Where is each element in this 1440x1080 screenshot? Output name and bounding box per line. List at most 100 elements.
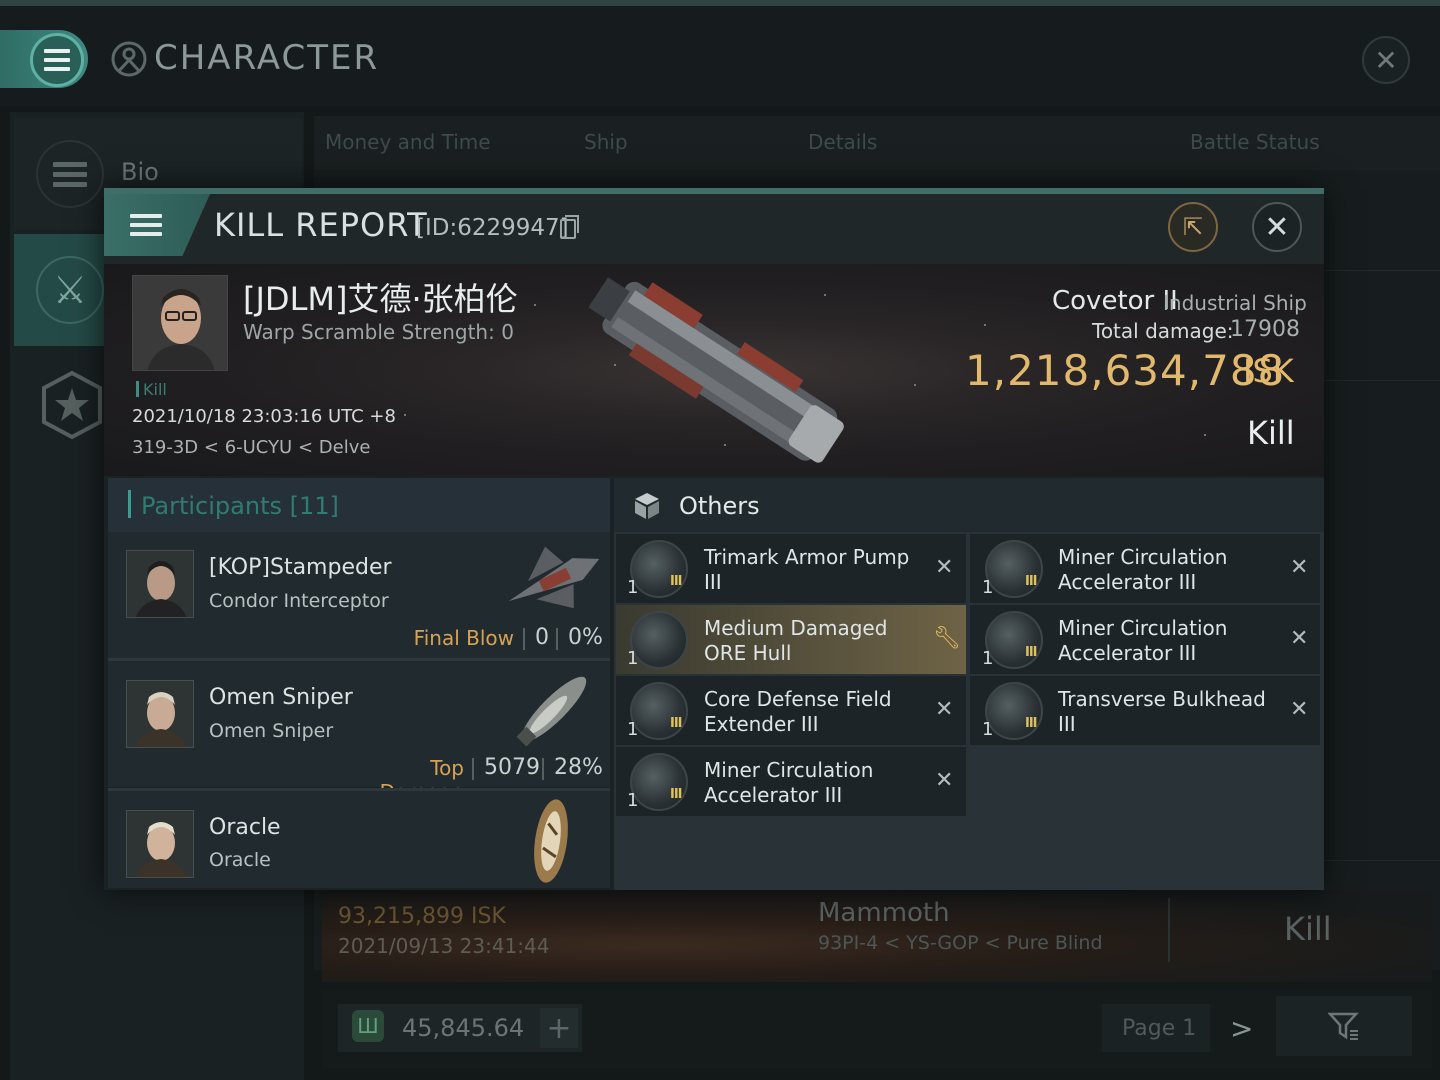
bio-icon [36, 140, 104, 208]
stat-divider [523, 628, 525, 650]
close-icon: ✕ [1374, 43, 1398, 77]
window-title: CHARACTER [154, 38, 380, 78]
kill-tag: Kill [136, 380, 167, 399]
mining-rig-icon [630, 753, 688, 811]
item-tier: III [1025, 645, 1037, 660]
victim-name[interactable]: [JDLM]艾德·张柏伦 [243, 274, 518, 320]
hamburger-icon [130, 214, 162, 236]
victim-portrait[interactable] [132, 275, 228, 371]
item-name: Transverse Bulkhead III [1058, 687, 1266, 736]
item-name: Trimark Armor Pump III [704, 545, 910, 594]
participant-name[interactable]: [KOP]Stampeder [209, 555, 392, 580]
participant-ship-image [516, 676, 587, 747]
item-tier: III [670, 716, 682, 731]
stat-divider [556, 628, 558, 650]
destroyed-x-icon: ✕ [1290, 626, 1309, 651]
isk-icon: Ш [352, 1010, 384, 1042]
destroyed-x-icon: ✕ [935, 768, 954, 793]
item-quantity: 1 [982, 648, 994, 669]
item-tier: III [670, 574, 682, 589]
victim-ship-image [588, 277, 844, 463]
shield-rig-icon [630, 682, 688, 740]
total-damage-label: Total damage: [1092, 319, 1234, 343]
external-link-icon: ⇱ [1182, 213, 1204, 241]
chevron-right-icon: > [1230, 1012, 1254, 1045]
modal-close-button[interactable]: ✕ [1252, 202, 1302, 252]
kill-isk-value: 1,218,634,788 [965, 346, 1286, 395]
row-isk-value: 93,215,899 ISK [338, 904, 506, 929]
participant-name[interactable]: Omen Sniper [209, 685, 353, 710]
kill-type: Kill [1247, 414, 1295, 452]
destroyed-x-icon: ✕ [1290, 555, 1309, 580]
warp-scramble-strength: Warp Scramble Strength: 0 [243, 320, 514, 344]
participant-damage: 0 [535, 625, 549, 650]
next-page-button[interactable]: > [1230, 1012, 1253, 1045]
cargo-box-icon [635, 493, 659, 519]
item-tier: III [1025, 574, 1037, 589]
item-name: Medium Damaged ORE Hull [704, 616, 888, 665]
modal-title: KILL REPORT [214, 206, 428, 244]
destroyed-x-icon: ✕ [935, 555, 954, 580]
hamburger-icon [44, 49, 70, 71]
armor-rig-icon [985, 682, 1043, 740]
wallet-amount: 45,845.64 [402, 1014, 525, 1042]
page-label: Page 1 [1122, 1016, 1197, 1041]
participant-percent: 28% [554, 755, 603, 780]
copy-icon[interactable] [560, 215, 579, 239]
participant-ship-image [508, 546, 600, 609]
kill-id: [ID:6229947] [416, 215, 569, 241]
armor-rig-icon [630, 540, 688, 598]
filter-button[interactable] [1276, 996, 1412, 1056]
victim-ship-name[interactable]: Covetor II [1052, 286, 1178, 316]
row-kill-type: Kill [1284, 910, 1332, 948]
row-date: 2021/09/13 23:41:44 [338, 934, 550, 958]
tab-ship[interactable]: Ship [584, 130, 628, 154]
participants-title: Participants [11] [141, 492, 339, 520]
participant-portrait[interactable] [126, 680, 194, 748]
tab-details[interactable]: Details [808, 130, 877, 154]
plus-icon: + [546, 1010, 572, 1046]
character-icon [111, 41, 147, 77]
mining-rig-icon [985, 540, 1043, 598]
wrench-icon: 🔧︎ [933, 626, 961, 651]
item-tier: III [670, 787, 682, 802]
item-quantity: 1 [982, 719, 994, 740]
row-location: 93PI-4 < YS-GOP < Pure Blind [818, 932, 1103, 954]
item-quantity: 1 [627, 577, 639, 598]
filter-icon [1328, 1012, 1359, 1040]
crossed-swords-icon: ⚔ [36, 256, 104, 324]
stat-divider [472, 758, 474, 780]
sidebar-item-label: Bio [121, 158, 159, 186]
item-quantity: 1 [982, 577, 994, 598]
mining-rig-icon [985, 611, 1043, 669]
star-badge-icon[interactable] [40, 370, 104, 440]
participant-portrait[interactable] [126, 810, 194, 878]
stat-divider [542, 758, 544, 780]
item-name: Miner Circulation Accelerator III [1058, 616, 1228, 665]
participant-ship: Oracle [209, 849, 271, 871]
isk-unit: ISK [1243, 352, 1294, 390]
participant-portrait[interactable] [126, 550, 194, 618]
kill-location[interactable]: 319-3D < 6-UCYU < Delve [132, 437, 370, 458]
item-quantity: 1 [627, 790, 639, 811]
item-name: Miner Circulation Accelerator III [1058, 545, 1228, 594]
item-quantity: 1 [627, 648, 639, 669]
main-menu-button[interactable] [30, 33, 84, 87]
participant-name[interactable]: Oracle [209, 815, 281, 840]
item-name: Miner Circulation Accelerator III [704, 758, 874, 807]
window-close-button[interactable]: ✕ [1362, 36, 1410, 84]
kill-datetime: 2021/10/18 23:03:16 UTC +8 [132, 406, 396, 427]
participant-damage: 5079 [484, 755, 540, 780]
participant-ship-image [534, 799, 568, 883]
tab-battle-status[interactable]: Battle Status [1190, 130, 1320, 154]
tab-money-and-time[interactable]: Money and Time [325, 130, 491, 154]
participant-ship: Omen Sniper [209, 720, 334, 742]
total-damage-value: 17908 [1230, 317, 1300, 342]
row-divider [1168, 898, 1170, 962]
add-funds-button[interactable]: + [540, 1008, 578, 1048]
share-button[interactable]: ⇱ [1168, 202, 1218, 252]
row-ship-name: Mammoth [818, 898, 950, 928]
item-quantity: 1 [627, 719, 639, 740]
close-icon: ✕ [1264, 209, 1290, 245]
destroyed-x-icon: ✕ [935, 697, 954, 722]
